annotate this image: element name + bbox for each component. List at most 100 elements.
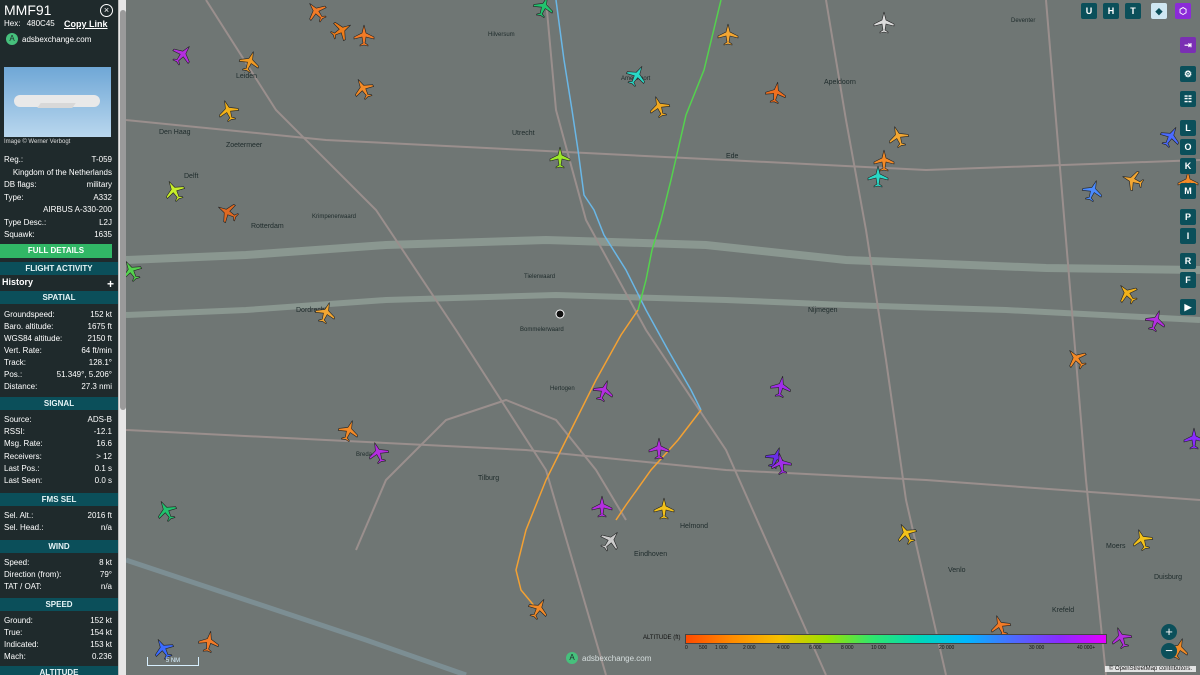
legend-label: ALTITUDE (ft) (643, 635, 681, 641)
info-label: Direction (from): (4, 570, 62, 579)
toolbar-button-p[interactable]: P (1180, 209, 1196, 225)
place-label: Hilversum (488, 32, 515, 38)
map-view[interactable]: Hilversum Amersfoort Apeldoorn Deventer … (126, 0, 1200, 675)
info-value: 2016 ft (87, 511, 112, 520)
info-label: Last Seen: (4, 476, 43, 485)
info-value: Kingdom of the Netherlands (12, 167, 112, 177)
signal-header: SIGNAL (0, 397, 118, 410)
info-label: True: (4, 628, 23, 637)
footer-site: adsbexchange.com (582, 653, 652, 663)
info-row: Squawk: 1635 (4, 230, 112, 241)
info-row: Pos.: 51.349°, 5.206° (4, 370, 112, 381)
info-row: DB flags: military (4, 180, 112, 191)
info-row: Vert. Rate: 64 ft/min (4, 346, 112, 357)
toolbar-button-m[interactable]: M (1180, 183, 1196, 199)
info-value: 152 kt (90, 616, 112, 625)
place-label: Bommelerwaard (520, 327, 564, 333)
toolbar-button-o[interactable]: O (1180, 139, 1196, 155)
history-row[interactable]: History + (2, 277, 114, 291)
toolbar-button-i[interactable]: I (1180, 228, 1196, 244)
footer-logo: A adsbexchange.com (566, 652, 651, 664)
place-label: Eindhoven (634, 551, 667, 558)
place-label: Delft (184, 173, 198, 180)
info-label: Indicated: (4, 640, 39, 649)
info-value: 1675 ft (87, 322, 112, 331)
info-label: Type Desc.: (4, 217, 47, 227)
legend-tick: 8 000 (841, 645, 854, 651)
copy-link[interactable]: Copy Link (64, 19, 108, 29)
toolbar-button-t[interactable]: T (1125, 3, 1141, 19)
info-row: WGS84 altitude: 2150 ft (4, 334, 112, 345)
info-value: > 12 (96, 451, 112, 461)
info-value: 153 kt (90, 640, 112, 649)
close-icon[interactable]: × (100, 4, 113, 17)
legend-tick: 10 000 (871, 645, 887, 651)
zoom-out-button[interactable]: − (1161, 643, 1177, 659)
info-value: ADS-B (87, 415, 112, 424)
info-value: 79° (99, 570, 112, 579)
sitemap-icon[interactable]: ☷ (1180, 91, 1196, 107)
info-value: -12.1 (93, 427, 112, 437)
toolbar-button-h[interactable]: H (1103, 3, 1119, 19)
replay-icon[interactable]: ▶ (1180, 299, 1196, 315)
info-row: Last Seen: 0.0 s (4, 476, 112, 487)
info-row: Receivers: > 12 (4, 452, 112, 463)
place-label: Zoetermeer (226, 142, 263, 149)
speed-header: SPEED (0, 598, 118, 611)
altitude-header: ALTITUDE (0, 666, 118, 675)
place-label: Utrecht (512, 130, 535, 137)
gear-icon[interactable]: ⚙ (1180, 66, 1196, 82)
legend-tick: 500 (699, 645, 708, 651)
layers-icon[interactable]: ◆ (1151, 3, 1167, 19)
info-value: 152 kt (90, 310, 112, 319)
adsbexchange-logo-icon: A (6, 33, 18, 45)
toolbar-button-u[interactable]: U (1081, 3, 1097, 19)
info-row: Indicated: 153 kt (4, 640, 112, 651)
info-value: n/a (100, 523, 112, 532)
info-label: Groundspeed: (4, 310, 55, 319)
info-value: 154 kt (90, 628, 112, 637)
info-label: Msg. Rate: (4, 439, 43, 449)
info-label: Baro. altitude: (4, 322, 54, 331)
legend-tick: 40 000+ (1077, 645, 1096, 651)
place-label: Nijmegen (808, 307, 838, 314)
info-value: AIRBUS A-330-200 (43, 205, 112, 214)
hex-value: 480C45 (26, 19, 55, 28)
info-value: 1635 (94, 230, 112, 239)
info-row: Kingdom of the Netherlands (4, 168, 112, 179)
toolbar-button-k[interactable]: K (1180, 158, 1196, 174)
info-value: 0.1 s (94, 463, 112, 473)
zoom-in-button[interactable]: + (1161, 624, 1177, 640)
osm-attribution[interactable]: © OpenStreetMap contributors. (1104, 666, 1196, 672)
info-row: Speed: 8 kt (4, 558, 112, 569)
toolbar-button-l[interactable]: L (1180, 120, 1196, 136)
place-label: Krefeld (1052, 607, 1074, 614)
map-canvas[interactable]: Hilversum Amersfoort Apeldoorn Deventer … (126, 0, 1200, 675)
info-label: Speed: (4, 558, 30, 567)
info-row: Baro. altitude: 1675 ft (4, 322, 112, 333)
site-link[interactable]: A adsbexchange.com (6, 33, 91, 45)
info-row: Track: 128.1° (4, 358, 112, 369)
photo-credit: Image © Werner Verbogt (4, 139, 71, 145)
plus-icon[interactable]: + (107, 277, 114, 291)
flight-activity-button[interactable]: FLIGHT ACTIVITY (0, 262, 118, 275)
history-label: History (2, 277, 34, 287)
info-row: Distance: 27.3 nmi (4, 382, 112, 393)
hexagon-icon[interactable]: ⬡ (1175, 3, 1191, 19)
place-label: Leiden (236, 73, 257, 80)
legend-tick: 4 000 (777, 645, 790, 651)
aircraft-photo[interactable] (4, 67, 111, 137)
place-label: Den Haag (159, 129, 191, 136)
info-label: TAT / OAT: (4, 582, 42, 591)
toolbar-button-r[interactable]: R (1180, 253, 1196, 269)
login-icon[interactable]: ⇥ (1180, 37, 1196, 53)
info-row: Type Desc.: L2J (4, 218, 112, 229)
toolbar-button-f[interactable]: F (1180, 272, 1196, 288)
place-label: Krimpenerwaard (312, 214, 356, 220)
legend-gradient (685, 634, 1107, 644)
info-label: Vert. Rate: (4, 346, 42, 355)
info-value: L2J (99, 217, 112, 227)
info-row: Reg.: T-059 (4, 155, 112, 166)
full-details-button[interactable]: FULL DETAILS (0, 244, 112, 258)
info-row: Ground: 152 kt (4, 616, 112, 627)
